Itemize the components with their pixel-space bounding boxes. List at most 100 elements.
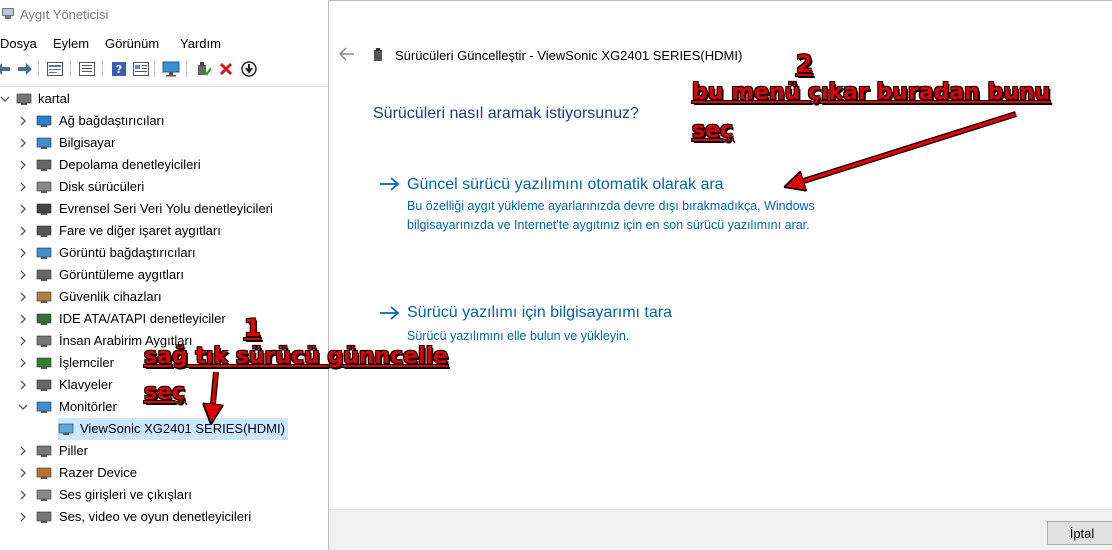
back-arrow-icon[interactable] — [0, 60, 12, 78]
tree-item-label: Ses girişleri ve çıkışları — [59, 487, 192, 502]
menu-action[interactable]: Eylem — [53, 36, 89, 51]
tree-item-label: Monitörler — [59, 399, 117, 414]
chevron-right-icon[interactable] — [18, 226, 28, 236]
chevron-right-icon[interactable] — [18, 270, 28, 280]
option-auto-desc-1: Bu özelliği aygıt yükleme ayarlarınızda … — [407, 199, 815, 213]
tree-category-4[interactable]: Evrensel Seri Veri Yolu denetleyicileri — [0, 198, 340, 220]
tree-category-after-1[interactable]: Razer Device — [0, 462, 340, 484]
device-category-icon — [36, 379, 52, 391]
chevron-right-icon[interactable] — [18, 182, 28, 192]
tree-category-13[interactable]: Monitörler — [0, 396, 340, 418]
device-category-icon — [36, 445, 52, 457]
details-view-icon[interactable] — [132, 60, 150, 78]
tree-category-3[interactable]: Disk sürücüleri — [0, 176, 340, 198]
device-category-icon — [36, 401, 52, 413]
tree-item-label: ViewSonic XG2401 SERIES(HDMI) — [80, 421, 285, 436]
tree-category-2[interactable]: Depolama denetleyicileri — [0, 154, 340, 176]
forward-arrow-icon[interactable] — [16, 60, 34, 78]
back-arrow-icon[interactable] — [339, 47, 355, 61]
toolbar: ? — [0, 56, 340, 84]
device-manager-window: Aygıt Yöneticisi Dosya Eylem Görünüm Yar… — [0, 0, 340, 550]
device-category-icon — [36, 247, 52, 259]
chevron-right-icon[interactable] — [18, 336, 28, 346]
tree-category-after-2[interactable]: Ses girişleri ve çıkışları — [0, 484, 340, 506]
device-category-icon — [36, 489, 52, 501]
chevron-right-icon[interactable] — [18, 248, 28, 258]
menu-view[interactable]: Görünüm — [105, 36, 159, 51]
option-auto-title[interactable]: Güncel sürücü yazılımını otomatik olarak… — [407, 176, 724, 194]
chevron-right-icon[interactable] — [18, 490, 28, 500]
device-category-icon — [36, 115, 52, 127]
menu-help[interactable]: Yardım — [180, 36, 221, 51]
device-category-icon — [36, 511, 52, 523]
tree-item-label: İşlemciler — [59, 355, 114, 370]
option-browse-title[interactable]: Sürücü yazılımı için bilgisayarımı tara — [407, 304, 672, 322]
help-icon[interactable]: ? — [110, 60, 128, 78]
uninstall-device-icon[interactable] — [217, 60, 235, 78]
dialog-question: Sürücüleri nasıl aramak istiyorsunuz? — [373, 105, 639, 122]
tree-category-10[interactable]: İnsan Arabirim Aygıtları — [0, 330, 340, 352]
chevron-right-icon[interactable] — [18, 138, 28, 148]
device-category-icon — [36, 357, 52, 369]
chevron-right-icon[interactable] — [18, 380, 28, 390]
chevron-right-icon[interactable] — [18, 468, 28, 478]
tree-category-after-0[interactable]: Piller — [0, 440, 340, 462]
tree-item-label: Klavyeler — [59, 377, 113, 392]
option-auto-desc-2: bilgisayarınızda ve Internet'te aygıtını… — [407, 218, 810, 232]
device-category-icon — [36, 159, 52, 171]
tree-item-label: Depolama denetleyicileri — [59, 157, 201, 172]
cancel-button[interactable]: İptal — [1047, 521, 1112, 545]
tree-category-5[interactable]: Fare ve diğer işaret aygıtları — [0, 220, 340, 242]
tree-item-label: Güvenlik cihazları — [59, 289, 162, 304]
option-browse-desc: Sürücü yazılımını elle bulun ve yükleyin… — [407, 329, 630, 343]
tree-category-8[interactable]: Güvenlik cihazları — [0, 286, 340, 308]
tree-category-0[interactable]: Ağ bağdaştırıcıları — [0, 110, 340, 132]
enable-device-icon[interactable] — [194, 60, 212, 78]
tree-root-computer[interactable]: kartal — [0, 88, 340, 110]
tree-item-label: Disk sürücüleri — [59, 179, 145, 194]
tree-item-label: Görüntü bağdaştırıcıları — [59, 245, 196, 260]
tree-item-label: Bilgisayar — [59, 135, 116, 150]
properties-icon[interactable] — [46, 60, 64, 78]
update-driver-icon[interactable] — [240, 60, 258, 78]
title-bar: Aygıt Yöneticisi — [0, 0, 340, 30]
tree-category-7[interactable]: Görüntüleme aygıtları — [0, 264, 340, 286]
tree-category-12[interactable]: Klavyeler — [0, 374, 340, 396]
driver-icon — [374, 48, 382, 61]
device-manager-app-icon — [2, 8, 14, 19]
tree-category-1[interactable]: Bilgisayar — [0, 132, 340, 154]
menu-bar: Dosya Eylem Görünüm Yardım — [0, 34, 340, 54]
dialog-title: Sürücüleri Güncelleştir - ViewSonic XG24… — [395, 48, 743, 63]
device-category-icon — [36, 137, 52, 149]
tree-category-11[interactable]: İşlemciler — [0, 352, 340, 374]
tree-category-9[interactable]: IDE ATA/ATAPI denetleyiciler — [0, 308, 340, 330]
tree-item-label: Ağ bağdaştırıcıları — [59, 113, 165, 128]
menu-file[interactable]: Dosya — [0, 36, 37, 51]
chevron-right-icon[interactable] — [18, 446, 28, 456]
device-category-icon — [36, 203, 52, 215]
tree-category-after-3[interactable]: Ses, video ve oyun denetleyicileri — [0, 506, 340, 528]
chevron-right-icon[interactable] — [18, 160, 28, 170]
tree-item-selected-monitor[interactable]: ViewSonic XG2401 SERIES(HDMI) — [0, 418, 340, 440]
tree-view-icon[interactable] — [78, 60, 96, 78]
tree-item-label: IDE ATA/ATAPI denetleyiciler — [59, 311, 226, 326]
tree-item-label: Ses, video ve oyun denetleyicileri — [59, 509, 252, 524]
device-category-icon — [36, 313, 52, 325]
chevron-right-icon[interactable] — [18, 116, 28, 126]
monitor-scan-icon[interactable] — [162, 60, 180, 78]
tree-item-label: İnsan Arabirim Aygıtları — [59, 333, 193, 348]
chevron-right-icon[interactable] — [18, 292, 28, 302]
chevron-down-icon[interactable] — [0, 94, 10, 104]
chevron-right-icon[interactable] — [18, 204, 28, 214]
chevron-right-icon[interactable] — [18, 512, 28, 522]
arrow-right-icon — [380, 177, 400, 191]
update-drivers-dialog: Sürücüleri Güncelleştir - ViewSonic XG24… — [328, 0, 1112, 550]
chevron-right-icon[interactable] — [18, 314, 28, 324]
dialog-footer: İptal — [329, 509, 1112, 550]
chevron-down-icon[interactable] — [18, 402, 28, 412]
tree-category-6[interactable]: Görüntü bağdaştırıcıları — [0, 242, 340, 264]
tree-item-label: kartal — [38, 91, 70, 106]
device-category-icon — [36, 467, 52, 479]
window-title: Aygıt Yöneticisi — [20, 7, 109, 22]
chevron-right-icon[interactable] — [18, 358, 28, 368]
